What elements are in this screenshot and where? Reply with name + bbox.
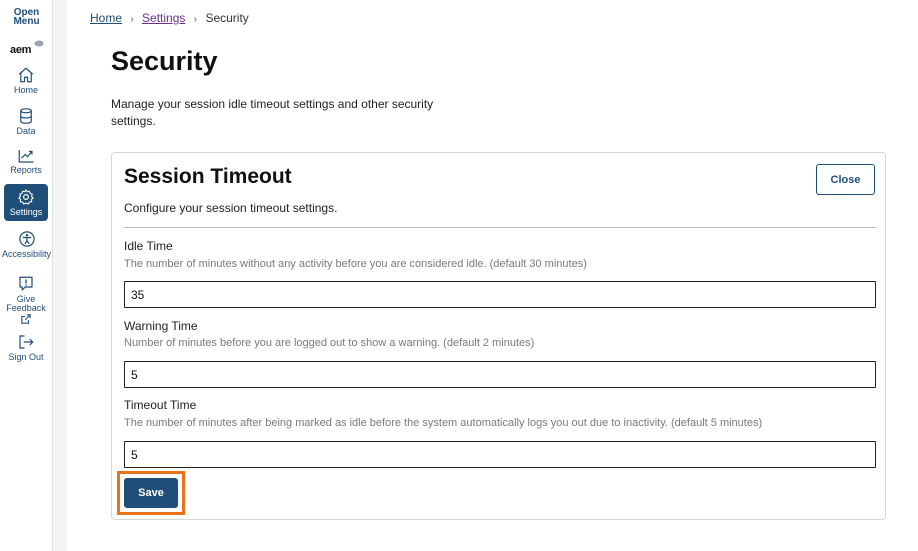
breadcrumb-separator: ›	[130, 14, 134, 25]
sidebar-item-reports[interactable]: Reports	[2, 148, 50, 175]
close-button[interactable]: Close	[816, 164, 875, 195]
sidebar-item-label: Settings	[9, 207, 43, 217]
breadcrumb: Home › Settings › Security	[90, 11, 249, 25]
logo-mark-icon	[34, 40, 44, 47]
card-description: Configure your session timeout settings.	[124, 201, 338, 215]
external-link-icon	[21, 314, 31, 324]
sidebar-item-label: Home	[13, 85, 38, 95]
warning-time-help: Number of minutes before you are logged …	[124, 337, 535, 349]
home-icon	[18, 67, 34, 83]
chart-icon	[18, 150, 34, 163]
idle-time-input[interactable]	[124, 281, 876, 308]
gear-icon	[18, 189, 34, 205]
divider	[124, 227, 876, 228]
timeout-time-input[interactable]	[124, 441, 876, 468]
save-button-focus-ring: Save	[117, 471, 185, 515]
feedback-icon	[19, 276, 33, 291]
sidebar-item-label-line2: Feedback	[6, 303, 46, 313]
breadcrumb-current: Security	[205, 11, 249, 25]
sidebar-item-settings[interactable]: Settings	[4, 184, 48, 221]
save-button[interactable]: Save	[124, 478, 178, 508]
main-content: Home › Settings › Security Security Mana…	[67, 0, 918, 551]
sidebar-item-give-feedback[interactable]: Give Feedback	[2, 275, 50, 324]
sign-out-icon	[19, 335, 34, 349]
sidebar-item-label: Sign Out	[8, 352, 44, 362]
open-menu-label-line2: Menu	[13, 16, 40, 27]
open-menu-button[interactable]: Open Menu	[0, 8, 53, 27]
sidebar: Open Menu aem Home Data Reports Settings…	[0, 0, 53, 551]
warning-time-input[interactable]	[124, 361, 876, 388]
idle-time-help: The number of minutes without any activi…	[124, 258, 587, 270]
sidebar-item-label: Reports	[10, 165, 42, 175]
sidebar-item-data[interactable]: Data	[2, 107, 50, 136]
sidebar-item-accessibility[interactable]: Accessibility	[0, 230, 53, 259]
timeout-time-help: The number of minutes after being marked…	[124, 417, 763, 429]
breadcrumb-home-link[interactable]: Home	[90, 11, 122, 25]
sidebar-item-home[interactable]: Home	[2, 66, 50, 95]
page-description: Manage your session idle timeout setting…	[111, 97, 434, 128]
sidebar-item-sign-out[interactable]: Sign Out	[2, 333, 50, 362]
sidebar-item-label: Accessibility	[1, 249, 51, 259]
logo-text: aem	[10, 44, 32, 56]
page-title: Security	[111, 46, 218, 76]
database-icon	[20, 108, 32, 124]
idle-time-label: Idle Time	[124, 239, 173, 253]
breadcrumb-separator: ›	[193, 14, 198, 25]
sidebar-item-label: Data	[16, 126, 36, 136]
breadcrumb-settings-link[interactable]: Settings	[142, 11, 185, 25]
aem-logo: aem	[10, 40, 44, 56]
session-timeout-card: Session Timeout Close Configure your ses…	[111, 152, 886, 520]
card-title: Session Timeout	[124, 165, 292, 188]
warning-time-label: Warning Time	[124, 319, 198, 333]
accessibility-icon	[18, 231, 35, 247]
timeout-time-label: Timeout Time	[124, 398, 197, 412]
